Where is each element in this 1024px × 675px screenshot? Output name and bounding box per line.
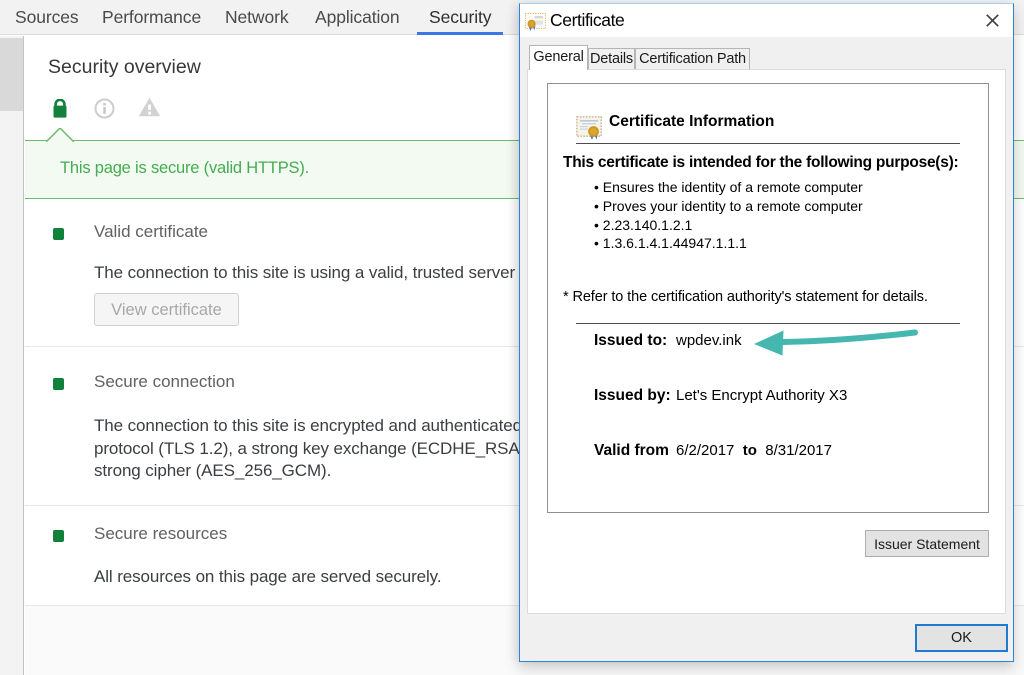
screen: Sources Performance Network Application … <box>0 0 1024 675</box>
valid-from-date: 6/2/2017 <box>676 442 734 459</box>
dialog-tab-certification-path[interactable]: Certification Path <box>635 48 750 69</box>
devtools-tab-security[interactable]: Security <box>429 0 491 35</box>
devtools-tab-performance[interactable]: Performance <box>102 0 201 35</box>
purpose-item: • 1.3.6.1.4.1.44947.1.1.1 <box>594 234 863 253</box>
issued-by-label: Issued by: <box>594 387 671 405</box>
certificate-information-heading: Certificate Information <box>609 113 774 131</box>
dialog-title: Certificate <box>550 10 624 31</box>
devtools-tab-sources[interactable]: Sources <box>15 0 79 35</box>
dialog-titlebar[interactable]: Certificate <box>520 4 1013 37</box>
purpose-text: Proves your identity to a remote compute… <box>603 198 863 214</box>
issued-to-value: wpdev.ink <box>676 332 742 349</box>
warning-icon[interactable] <box>138 97 161 117</box>
active-tab-underline <box>417 32 503 35</box>
purpose-text: 1.3.6.1.4.1.44947.1.1.1 <box>603 235 747 251</box>
certificate-info-icon <box>576 116 602 140</box>
section-bullet <box>53 378 64 390</box>
ok-button[interactable]: OK <box>915 624 1008 652</box>
section-body: All resources on this page are served se… <box>94 566 441 589</box>
issuer-statement-button[interactable]: Issuer Statement <box>865 530 989 557</box>
dialog-tabbar: General Details Certification Path <box>520 37 1013 69</box>
section-title-valid-certificate: Valid certificate <box>94 222 208 242</box>
section-bullet <box>53 228 64 240</box>
issued-to-label: Issued to: <box>594 332 667 350</box>
security-sidebar[interactable] <box>0 36 24 675</box>
devtools-tab-application[interactable]: Application <box>315 0 400 35</box>
purpose-list: • Ensures the identity of a remote compu… <box>594 178 863 253</box>
dialog-tab-details[interactable]: Details <box>588 48 635 69</box>
purpose-text: Ensures the identity of a remote compute… <box>603 179 863 195</box>
info-icon[interactable] <box>94 98 115 119</box>
certificate-icon <box>525 13 546 31</box>
divider <box>576 143 960 144</box>
section-title-secure-connection: Secure connection <box>94 372 235 392</box>
certificate-dialog: Certificate General Details Certificatio… <box>519 3 1014 662</box>
valid-from-label: Valid from <box>594 442 669 460</box>
sidebar-selected-item[interactable] <box>0 38 23 111</box>
view-certificate-button[interactable]: View certificate <box>94 293 239 326</box>
purpose-text: 2.23.140.1.2.1 <box>603 217 693 233</box>
purpose-item: • Ensures the identity of a remote compu… <box>594 178 863 197</box>
banner-text: This page is secure (valid HTTPS). <box>60 159 309 178</box>
issued-by-value: Let's Encrypt Authority X3 <box>676 387 847 404</box>
annotation-arrow <box>749 317 921 357</box>
valid-to-word: to <box>743 442 757 459</box>
refer-note: * Refer to the certification authority's… <box>563 289 928 305</box>
valid-to-date: 8/31/2017 <box>765 442 832 459</box>
purpose-heading: This certificate is intended for the fol… <box>563 154 958 172</box>
secure-lock-icon[interactable] <box>53 99 67 118</box>
banner-notch <box>46 128 74 142</box>
panel-title: Security overview <box>48 56 201 79</box>
valid-dates: 6/2/2017 to 8/31/2017 <box>676 442 832 459</box>
section-bullet <box>53 530 64 542</box>
purpose-item: • Proves your identity to a remote compu… <box>594 197 863 216</box>
close-icon[interactable] <box>986 14 999 27</box>
section-title-secure-resources: Secure resources <box>94 524 227 544</box>
certificate-info-box: Certificate Information This certificate… <box>547 83 989 513</box>
devtools-tab-network[interactable]: Network <box>225 0 288 35</box>
purpose-item: • 2.23.140.1.2.1 <box>594 216 863 235</box>
dialog-tab-general[interactable]: General <box>529 45 588 70</box>
